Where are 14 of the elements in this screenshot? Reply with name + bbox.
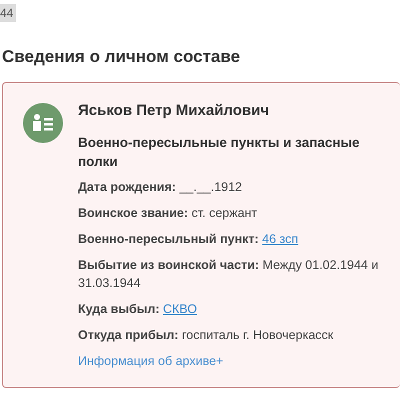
field-link[interactable]: 46 зсп — [262, 232, 298, 246]
field-text: Откуда прибыл: госпиталь г. Новочеркасск — [78, 327, 334, 344]
person-name: Яськов Петр Михайлович — [78, 101, 270, 121]
field-text: Выбытие из воинской части: Между 01.02.1944 и 31.03.1944 — [78, 257, 380, 292]
field-label: Военно-пересыльный пункт: — [78, 232, 259, 246]
archive-info-link[interactable]: Информация об архиве+ — [78, 352, 399, 370]
field-text: Дата рождения: __.__.1912 — [78, 179, 243, 196]
field-link[interactable]: СКВО — [162, 302, 197, 316]
section-heading: Сведения о личном составе — [2, 46, 242, 68]
record-category: Военно-пересыльные пункты и запасные полки — [78, 134, 361, 171]
field-label: Куда выбыл: — [78, 302, 160, 316]
text-fragment: 44 — [0, 4, 16, 22]
field-text: Воинское звание: ст. сержант — [78, 205, 258, 222]
person-list-icon — [23, 103, 63, 143]
